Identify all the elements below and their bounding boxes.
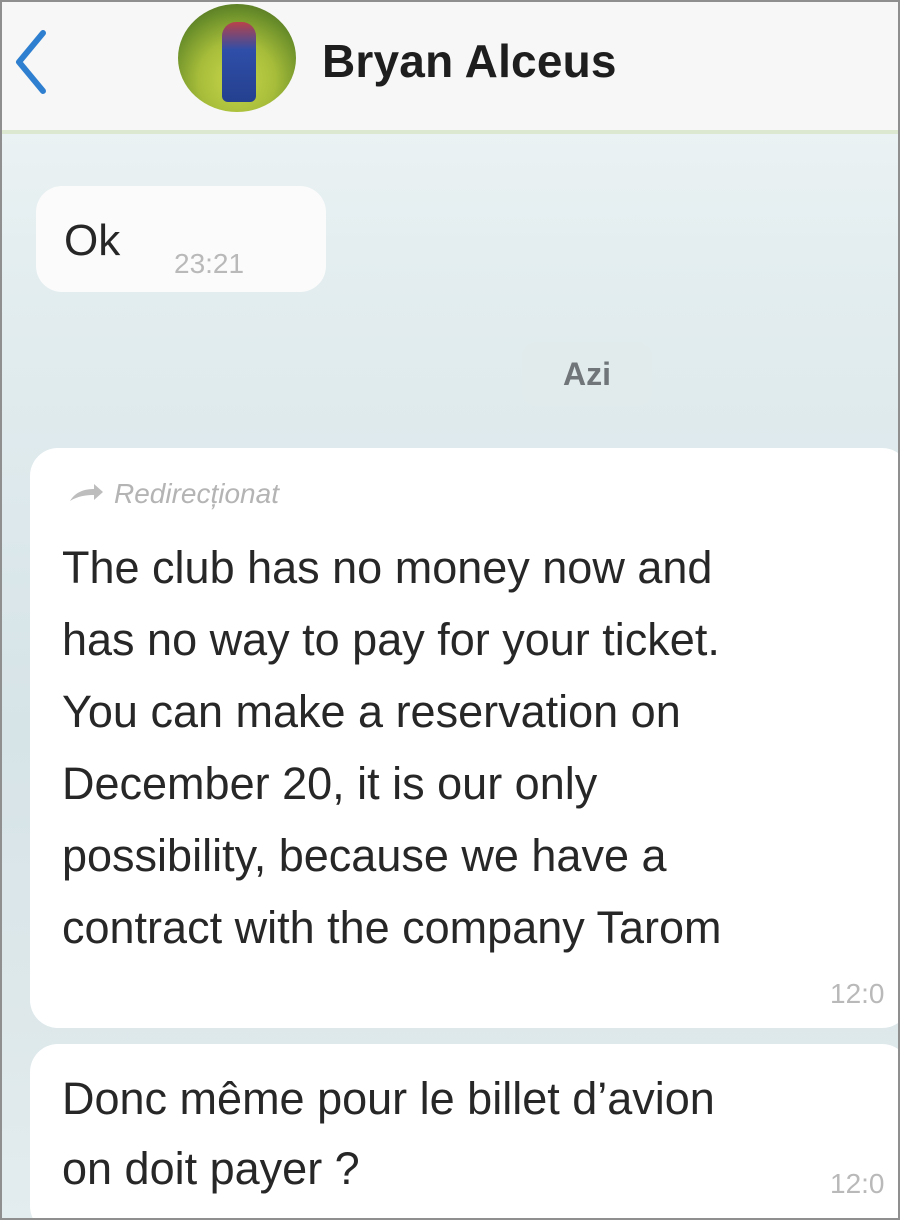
message-line: The club has no money now and bbox=[62, 542, 713, 593]
message-time: 12:0 bbox=[830, 978, 885, 1009]
message-text: Donc même pour le billet d’avion on doit… bbox=[62, 1064, 898, 1204]
date-separator: Azi bbox=[522, 342, 652, 406]
message-line: Donc même pour le billet d’avion bbox=[62, 1073, 715, 1124]
avatar[interactable] bbox=[178, 4, 296, 112]
forwarded-message-bubble[interactable]: Redirecționat The club has no money now … bbox=[30, 448, 898, 1028]
message-bubble[interactable]: Donc même pour le billet d’avion on doit… bbox=[30, 1044, 898, 1218]
message-line: December 20, it is our only bbox=[62, 758, 598, 809]
message-time: 23:21 bbox=[174, 248, 245, 279]
chat-screen: Bryan Alceus Ok 23:21 Azi Redirecționat … bbox=[0, 0, 900, 1220]
chevron-left-icon bbox=[16, 30, 46, 94]
back-button[interactable] bbox=[6, 22, 56, 102]
message-text: The club has no money now and has no way… bbox=[62, 532, 898, 964]
message-line: has no way to pay for your ticket. bbox=[62, 614, 720, 665]
chat-header: Bryan Alceus bbox=[2, 2, 898, 134]
message-time: 12:0 bbox=[830, 1168, 885, 1199]
message-text: Ok bbox=[64, 216, 121, 265]
avatar-photo bbox=[222, 22, 256, 102]
message-line: contract with the company Tarom bbox=[62, 902, 722, 953]
message-line: You can make a reservation on bbox=[62, 686, 681, 737]
message-line: possibility, because we have a bbox=[62, 830, 667, 881]
contact-name[interactable]: Bryan Alceus bbox=[322, 34, 617, 88]
forward-arrow-icon bbox=[70, 484, 103, 501]
message-bubble[interactable]: Ok 23:21 bbox=[36, 186, 326, 292]
forwarded-label-text: Redirecționat bbox=[114, 478, 279, 509]
message-line: on doit payer ? bbox=[62, 1143, 360, 1194]
forwarded-label: Redirecționat bbox=[68, 478, 279, 510]
